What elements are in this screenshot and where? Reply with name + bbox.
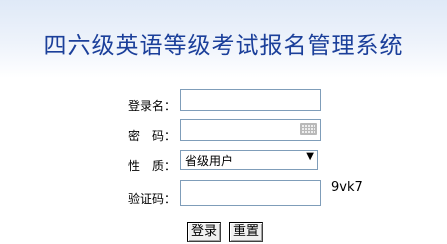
login-button[interactable]: 登录 — [187, 222, 221, 242]
username-label: 登录名： — [127, 99, 176, 113]
nature-label: 性 质： — [127, 159, 176, 173]
nature-select[interactable]: 省级用户 ▼ — [180, 150, 318, 170]
username-input[interactable] — [180, 89, 321, 111]
password-input[interactable] — [180, 119, 321, 141]
password-label: 密 码： — [127, 129, 176, 143]
captcha-label: 验证码： — [127, 192, 176, 206]
header-banner: 四六级英语等级考试报名管理系统 — [0, 0, 447, 78]
captcha-code: 9vk7 — [331, 180, 363, 195]
captcha-input[interactable] — [180, 180, 321, 206]
reset-button[interactable]: 重置 — [229, 222, 263, 242]
nature-selected-value: 省级用户 — [185, 154, 234, 168]
login-page: 四六级英语等级考试报名管理系统 登录名： 密 码： 性 质： 省级用户 ▼ 验证… — [0, 0, 447, 244]
chevron-down-icon[interactable]: ▼ — [306, 151, 314, 162]
keyboard-icon[interactable] — [300, 123, 317, 135]
page-title: 四六级英语等级考试报名管理系统 — [43, 33, 404, 59]
